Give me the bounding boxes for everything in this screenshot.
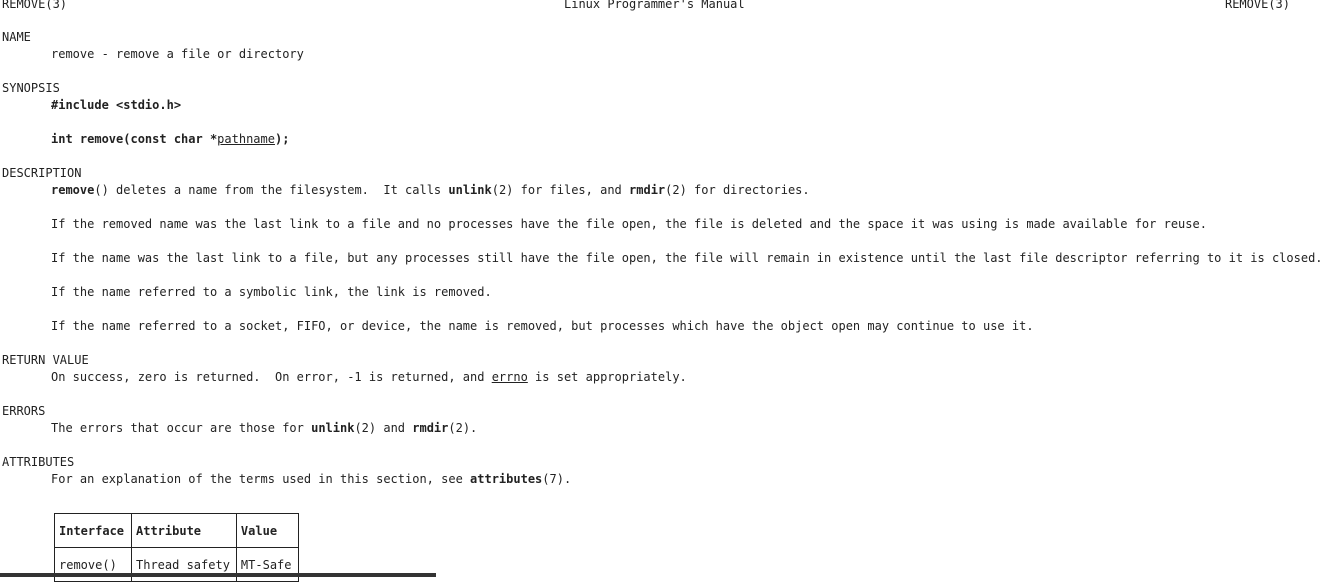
prototype-arg: pathname [217,132,275,146]
text: (2). [448,421,478,435]
section-title-name: NAME [2,30,31,44]
text: (2) and [354,421,413,435]
description-para-2: If the removed name was the last link to… [51,217,1207,231]
table-header-value: Value [235,513,299,548]
unlink-ref: unlink [311,421,355,435]
remove-fn: remove [51,183,95,197]
attributes-text: For an explanation of the terms used in … [51,471,571,487]
text: For an explanation of the terms used in … [51,472,471,486]
attributes-ref: attributes [470,472,543,486]
synopsis-prototype: int remove(const char *pathname); [51,131,289,147]
header-center: Linux Programmer's Manual [564,0,745,11]
synopsis-include: #include <stdio.h> [51,98,182,112]
errno-link: errno [491,370,528,384]
text: On success, zero is returned. On error, … [51,370,492,384]
text: (2) for directories. [665,183,810,197]
text: (2) for files, and [491,183,630,197]
text: is set appropriately. [527,370,687,384]
attributes-table: Interface Attribute Value remove() Threa… [54,513,299,582]
unlink-ref: unlink [448,183,492,197]
table-header-interface: Interface [54,513,132,548]
header-left: REMOVE(3) [2,0,68,11]
description-para-1: remove() deletes a name from the filesys… [51,182,810,198]
text: The errors that occur are those for [51,421,312,435]
section-title-description: DESCRIPTION [2,166,82,180]
section-title-attributes: ATTRIBUTES [2,455,75,469]
table-header-row: Interface Attribute Value [54,513,299,548]
table-header-attribute: Attribute [131,513,237,548]
rmdir-ref: rmdir [412,421,449,435]
section-title-return-value: RETURN VALUE [2,353,89,367]
name-description: remove - remove a file or directory [51,47,304,61]
text: () deletes a name from the filesystem. I… [94,183,449,197]
man-page-header: REMOVE(3) Linux Programmer's Manual REMO… [2,0,1290,12]
description-para-4: If the name referred to a symbolic link,… [51,285,492,299]
description-para-3: If the name was the last link to a file,… [51,251,1323,265]
rmdir-ref: rmdir [629,183,666,197]
horizontal-scrollbar[interactable] [0,573,436,577]
description-para-5: If the name referred to a socket, FIFO, … [51,319,1034,333]
prototype-post: ); [274,132,290,146]
section-title-errors: ERRORS [2,404,46,418]
errors-text: The errors that occur are those for unli… [51,420,477,436]
text: (7). [542,472,572,486]
return-value-text: On success, zero is returned. On error, … [51,369,687,385]
header-right: REMOVE(3) [1224,0,1290,11]
section-title-synopsis: SYNOPSIS [2,81,60,95]
prototype-pre: int remove(const char * [51,132,218,146]
